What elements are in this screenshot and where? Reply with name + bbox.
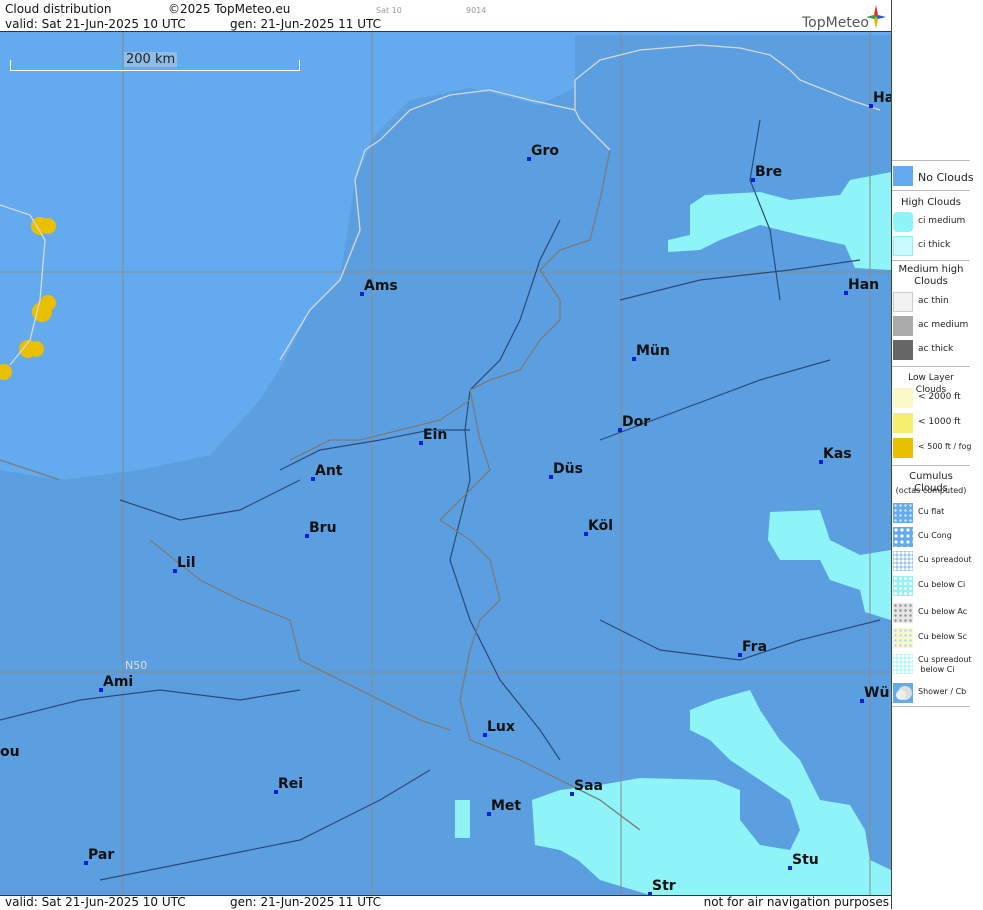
city-marker[interactable]: Köl	[584, 518, 613, 536]
legend-ci-medium: ci medium	[892, 212, 970, 234]
legend-shower: Shower / Cb	[892, 683, 970, 705]
city-marker[interactable]: Gro	[527, 143, 559, 161]
legend-cu-below-ac: Cu below Ac	[892, 603, 970, 625]
city-marker[interactable]: Ams	[360, 278, 398, 296]
city-marker[interactable]: Ami	[99, 674, 133, 692]
swatch	[893, 316, 913, 336]
swatch	[893, 413, 913, 433]
city-marker[interactable]: Han	[844, 277, 879, 295]
legend-low-500: < 500 ft / fog	[892, 438, 971, 460]
city-marker[interactable]: Par	[84, 847, 114, 865]
city-marker[interactable]: Lil	[173, 555, 196, 573]
scale-label: 200 km	[124, 52, 178, 67]
legend-ci-thick: ci thick	[892, 236, 970, 258]
topmeteo-logo[interactable]: TopMeteo	[787, 4, 887, 31]
city-marker[interactable]: Ant	[311, 463, 343, 481]
sat-code: Sat 10	[376, 6, 402, 15]
city-marker[interactable]: ou	[0, 744, 20, 760]
latitude-label: N50	[125, 659, 148, 672]
city-marker[interactable]: Lux	[483, 719, 515, 737]
legend-high-title: High Clouds	[901, 197, 961, 208]
city-marker[interactable]: Rei	[274, 776, 303, 794]
compass-star-icon	[866, 5, 886, 29]
legend-ac-medium: ac medium	[892, 316, 970, 338]
city-marker[interactable]: Wü	[860, 685, 889, 703]
city-marker[interactable]: Kas	[819, 446, 852, 464]
city-marker[interactable]: Bre	[751, 164, 782, 182]
legend-cu-spread-ci: Cu spreadout below Ci	[892, 654, 972, 680]
legend-ac-thin: ac thin	[892, 292, 970, 314]
swatch	[893, 236, 913, 256]
legend-no-clouds: No Clouds	[892, 166, 974, 188]
footer-disclaimer: not for air navigation purposes	[703, 895, 889, 909]
swatch	[893, 503, 913, 523]
footer-bar: valid: Sat 21-Jun-2025 10 UTC gen: 21-Ju…	[0, 895, 891, 910]
swatch	[893, 628, 913, 648]
swatch	[893, 654, 913, 674]
swatch	[893, 603, 913, 623]
swatch	[893, 683, 913, 703]
footer-generated-time: gen: 21-Jun-2025 11 UTC	[230, 895, 382, 909]
swatch	[893, 212, 913, 232]
run-code: 9014	[466, 6, 487, 15]
city-marker[interactable]: Stu	[788, 852, 819, 870]
valid-time: valid: Sat 21-Jun-2025 10 UTC	[5, 17, 186, 31]
city-marker[interactable]: Fra	[738, 639, 767, 657]
city-marker[interactable]: Bru	[305, 520, 337, 538]
legend-cu-flat: Cu flat	[892, 503, 970, 525]
legend-medium-title: Medium high Clouds	[898, 264, 964, 287]
map-graphics	[0, 32, 891, 895]
city-marker[interactable]: Saa	[570, 778, 603, 796]
city-marker[interactable]: Dor	[618, 414, 650, 432]
legend-cu-cong: Cu Cong	[892, 527, 970, 549]
swatch	[893, 340, 913, 360]
shower-cb-icon	[896, 686, 912, 700]
swatch	[893, 551, 913, 571]
legend-ac-thick: ac thick	[892, 340, 970, 362]
swatch	[893, 438, 913, 458]
fog-area	[0, 217, 56, 380]
legend-low-1000: < 1000 ft	[892, 413, 970, 435]
swatch	[893, 527, 913, 547]
legend-low-2000: < 2000 ft	[892, 388, 970, 410]
legend-cu-below-ci: Cu below Ci	[892, 576, 970, 598]
header-bar: Cloud distribution ©2025 TopMeteo.eu Sat…	[0, 0, 891, 32]
city-marker[interactable]: Met	[487, 798, 521, 816]
copyright: ©2025 TopMeteo.eu	[168, 2, 291, 16]
map-title: Cloud distribution	[5, 2, 112, 16]
city-marker[interactable]: Ha	[869, 90, 891, 108]
swatch	[893, 166, 913, 186]
legend-panel: No Clouds High Clouds ci medium ci thick…	[891, 0, 983, 909]
city-marker[interactable]: Düs	[549, 461, 583, 479]
cloud-map[interactable]: 200 km N50 Ha Gro Bre Ams Han Mün Ein Do…	[0, 32, 891, 895]
city-marker[interactable]: Str	[648, 878, 676, 895]
legend-cu-below-sc: Cu below Sc	[892, 628, 970, 650]
generated-time: gen: 21-Jun-2025 11 UTC	[230, 17, 382, 31]
city-marker[interactable]: Mün	[632, 343, 670, 361]
city-marker[interactable]: Ein	[419, 427, 447, 445]
legend-cu-subtitle: (octas computed)	[895, 486, 967, 495]
swatch	[893, 388, 913, 408]
swatch	[893, 576, 913, 596]
logo-text: TopMeteo	[802, 15, 869, 31]
swatch	[893, 292, 913, 312]
footer-valid-time: valid: Sat 21-Jun-2025 10 UTC	[5, 895, 186, 909]
legend-cu-spreadout: Cu spreadout	[892, 551, 972, 573]
